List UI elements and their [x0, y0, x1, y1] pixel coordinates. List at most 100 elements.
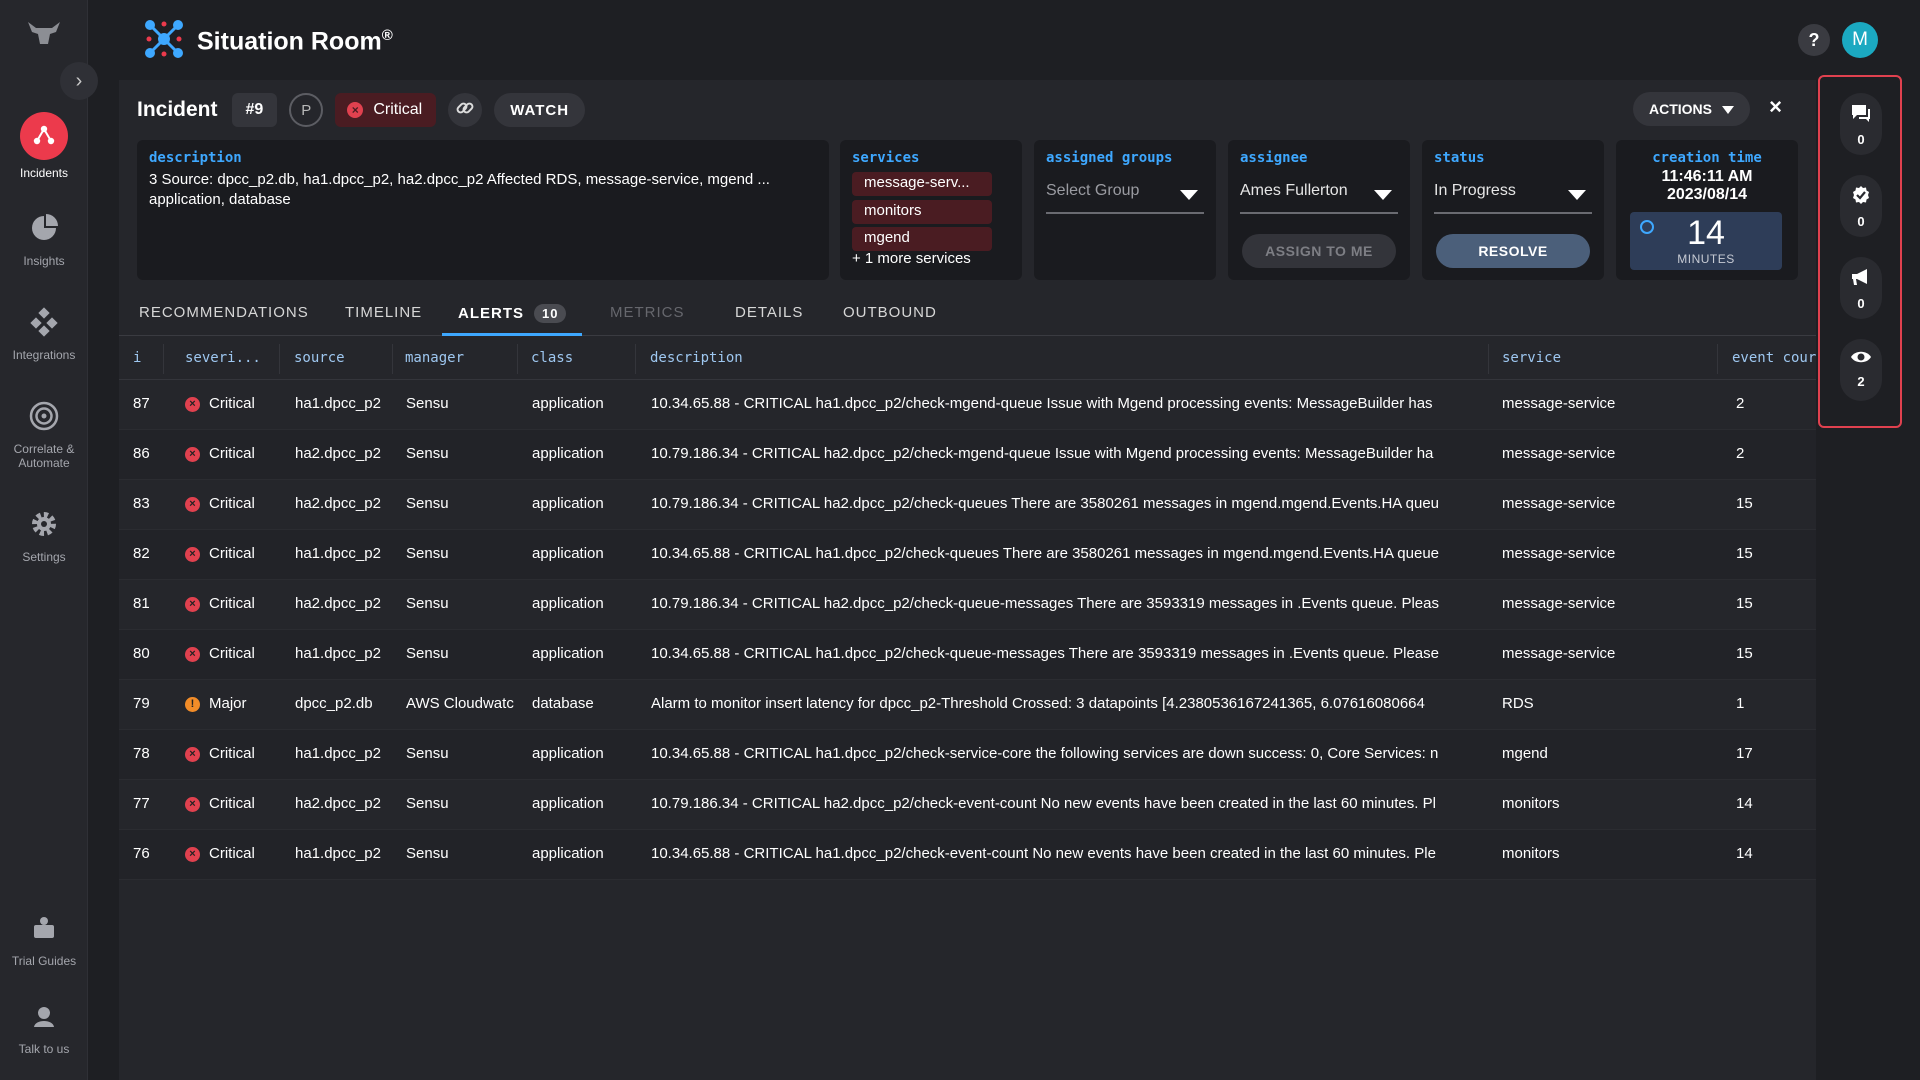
nav-item-correlate-automate[interactable]: Correlate & Automate [0, 396, 88, 470]
nav-item-trial-guides[interactable]: Trial Guides [0, 908, 88, 968]
cell-description: 10.34.65.88 - CRITICAL ha1.dpcc_p2/check… [651, 395, 1433, 412]
cell-description: 10.34.65.88 - CRITICAL ha1.dpcc_p2/check… [651, 645, 1439, 662]
column-divider[interactable] [163, 344, 164, 374]
status-value: In Progress [1434, 182, 1516, 199]
comments-button[interactable]: 0 [1840, 93, 1882, 155]
status-select[interactable]: In Progress [1434, 176, 1592, 214]
service-tag[interactable]: mgend [852, 227, 992, 251]
cell-service: RDS [1502, 695, 1534, 712]
table-row[interactable]: × 83 Critical ha2.dpcc_p2 Sensu application 10… [119, 480, 1816, 530]
nav-item-settings[interactable]: Settings [0, 504, 88, 564]
column-divider[interactable] [392, 344, 393, 374]
cell-description: 10.34.65.88 - CRITICAL ha1.dpcc_p2/check… [651, 545, 1439, 562]
cell-source: ha1.dpcc_p2 [295, 745, 381, 762]
megaphone-icon [1850, 267, 1872, 292]
cell-service: message-service [1502, 645, 1616, 662]
assignee-value: Ames Fullerton [1240, 182, 1348, 199]
table-row[interactable]: × 86 Critical ha2.dpcc_p2 Sensu application 10… [119, 430, 1816, 480]
tab-bar: RECOMMENDATIONS TIMELINE ALERTS 10 METRIC… [119, 292, 1816, 336]
cell-id: 83 [133, 495, 150, 512]
cell-service: message-service [1502, 395, 1616, 412]
cell-source: ha2.dpcc_p2 [295, 495, 381, 512]
table-row[interactable]: × 81 Critical ha2.dpcc_p2 Sensu application 10… [119, 580, 1816, 630]
bull-logo-icon[interactable] [26, 18, 62, 50]
nav-label: Correlate & Automate [13, 442, 75, 470]
table-row[interactable]: × 80 Critical ha1.dpcc_p2 Sensu application 10… [119, 630, 1816, 680]
group-select[interactable]: Select Group [1046, 176, 1204, 214]
table-row[interactable]: × 76 Critical ha1.dpcc_p2 Sensu application 10… [119, 830, 1816, 880]
avatar[interactable]: M [1842, 22, 1878, 58]
cell-service: monitors [1502, 845, 1560, 862]
column-divider[interactable] [279, 344, 280, 374]
column-divider[interactable] [517, 344, 518, 374]
brand[interactable]: Situation Room® [143, 18, 393, 65]
chat-icon [1850, 103, 1872, 128]
cell-class: database [532, 695, 594, 712]
assign-to-me-button[interactable]: ASSIGN TO ME [1242, 234, 1396, 268]
priority-button[interactable]: P [289, 93, 324, 127]
nav-item-integrations[interactable]: Integrations [0, 302, 88, 362]
more-services-link[interactable]: + 1 more services [852, 250, 971, 267]
column-header-id[interactable]: i [133, 350, 141, 366]
cell-service: message-service [1502, 545, 1616, 562]
assignee-select[interactable]: Ames Fullerton [1240, 176, 1398, 214]
watch-button[interactable]: WATCH [494, 93, 586, 127]
severity-badge[interactable]: × Critical [335, 93, 437, 127]
tab-outbound[interactable]: OUTBOUND [843, 292, 937, 336]
tab-details[interactable]: DETAILS [735, 292, 803, 336]
service-tag[interactable]: monitors [852, 200, 992, 224]
tab-recommendations[interactable]: RECOMMENDATIONS [139, 292, 309, 336]
column-header-service[interactable]: service [1502, 350, 1561, 366]
caret-down-icon [1722, 101, 1734, 117]
assigned-groups-card: assigned groups Select Group [1034, 140, 1216, 280]
services-label: services [852, 150, 920, 166]
help-button[interactable]: ? [1798, 24, 1830, 56]
cell-event-count: 15 [1736, 495, 1753, 512]
table-row[interactable]: × 78 Critical ha1.dpcc_p2 Sensu application 10… [119, 730, 1816, 780]
column-header-description[interactable]: description [650, 350, 743, 366]
tab-timeline[interactable]: TIMELINE [345, 292, 422, 336]
service-tag[interactable]: message-serv... [852, 172, 992, 196]
nav-item-incidents[interactable]: Incidents [0, 112, 88, 180]
watchers-button[interactable]: 2 [1840, 339, 1882, 401]
cell-class: application [532, 795, 604, 812]
column-divider[interactable] [1488, 344, 1489, 374]
cell-source: dpcc_p2.db [295, 695, 373, 712]
actions-button[interactable]: ACTIONS [1633, 92, 1750, 126]
column-header-event-count[interactable]: event cour [1732, 350, 1816, 366]
creation-time-clock: 11:46:11 AM [1661, 168, 1753, 185]
situation-room-logo-icon [143, 18, 185, 65]
column-divider[interactable] [635, 344, 636, 374]
severity-label: Critical [373, 101, 423, 118]
column-header-source[interactable]: source [294, 350, 345, 366]
close-button[interactable]: × [1769, 94, 1782, 120]
column-divider[interactable] [1717, 344, 1718, 374]
table-row[interactable]: × 77 Critical ha2.dpcc_p2 Sensu application 10… [119, 780, 1816, 830]
announcements-button[interactable]: 0 [1840, 257, 1882, 319]
table-row[interactable]: ! 79 Major dpcc_p2.db AWS Cloudwatc database A… [119, 680, 1816, 730]
table-row[interactable]: × 87 Critical ha1.dpcc_p2 Sensu application 10… [119, 380, 1816, 430]
assigned-groups-label: assigned groups [1046, 150, 1173, 166]
incident-panel: Incident #9 P × Critical WATCH ACTIONS ×… [119, 80, 1816, 1080]
column-header-class[interactable]: class [531, 350, 573, 366]
app-title-text: Situation Room [197, 27, 382, 56]
group-select-placeholder: Select Group [1046, 182, 1140, 199]
nav-item-talk-to-us[interactable]: Talk to us [0, 996, 88, 1056]
cell-severity: Critical [209, 495, 255, 512]
cell-manager: AWS Cloudwatc [406, 695, 514, 712]
cell-service: message-service [1502, 595, 1616, 612]
column-header-manager[interactable]: manager [405, 350, 464, 366]
cell-event-count: 14 [1736, 845, 1753, 862]
support-icon [24, 996, 64, 1036]
cell-event-count: 15 [1736, 645, 1753, 662]
resolve-button[interactable]: RESOLVE [1436, 234, 1590, 268]
tab-alerts[interactable]: ALERTS 10 [442, 292, 583, 336]
column-header-severity[interactable]: severi... [185, 350, 261, 366]
cell-source: ha1.dpcc_p2 [295, 545, 381, 562]
copy-link-button[interactable] [448, 93, 483, 127]
caret-down-icon [1180, 190, 1198, 200]
elapsed-timer: 14 MINUTES [1630, 212, 1782, 270]
resolutions-button[interactable]: 0 [1840, 175, 1882, 237]
nav-item-insights[interactable]: Insights [0, 208, 88, 268]
table-row[interactable]: × 82 Critical ha1.dpcc_p2 Sensu application 10… [119, 530, 1816, 580]
